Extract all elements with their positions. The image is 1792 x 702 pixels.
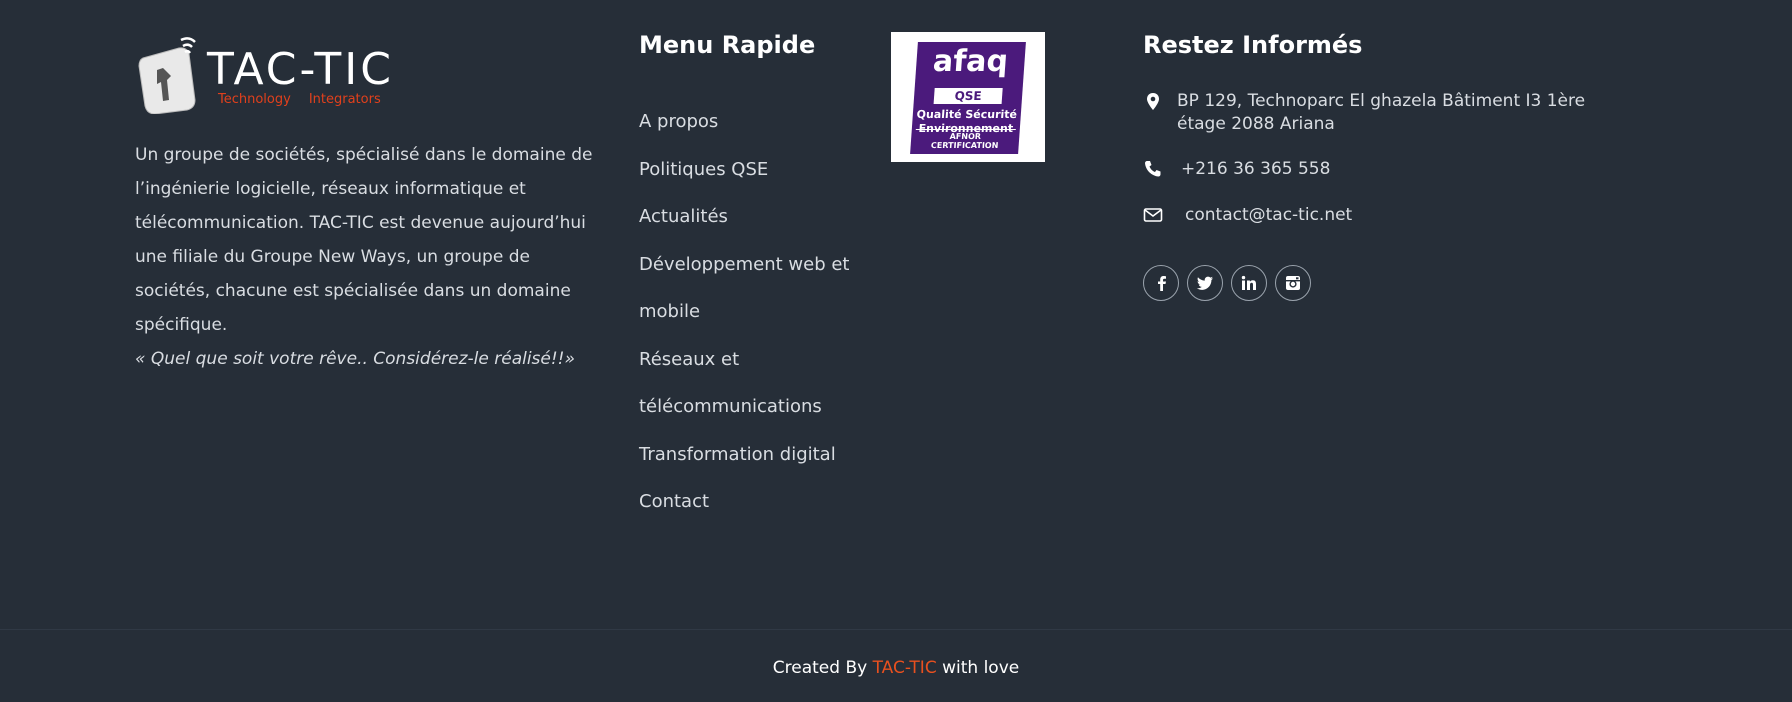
envelope-icon (1143, 208, 1163, 222)
credit-brand-link[interactable]: TAC-TIC (873, 658, 937, 678)
twitter-icon (1196, 276, 1213, 290)
brand-quote: « Quel que soit votre rêve.. Considérez-… (135, 349, 575, 369)
menu-item-transformation[interactable]: Transformation digital (639, 431, 859, 479)
phone-text[interactable]: +216 36 365 558 (1181, 159, 1330, 179)
afaq-certification-badge: afaq QSE Qualité Sécurité Environnement … (891, 32, 1045, 162)
afaq-title: afaq (931, 44, 1010, 79)
tac-tic-logo[interactable]: TAC-TIC Technology Integrators (135, 30, 395, 114)
menu-title: Menu Rapide (639, 31, 816, 59)
menu-item-politiques-qse[interactable]: Politiques QSE (639, 146, 859, 194)
footer-credit: Created By TAC-TIC with love (0, 658, 1792, 678)
credit-suffix: with love (942, 658, 1020, 678)
linkedin-icon (1241, 275, 1256, 290)
facebook-button[interactable] (1143, 265, 1179, 301)
twitter-button[interactable] (1187, 265, 1223, 301)
phone-icon (1145, 161, 1161, 177)
menu-item-a-propos[interactable]: A propos (639, 98, 859, 146)
menu-item-developpement[interactable]: Développement web et mobile (639, 241, 859, 336)
social-links (1143, 265, 1311, 301)
logo-hand-icon (138, 37, 196, 114)
menu-item-contact[interactable]: Contact (639, 478, 859, 526)
afaq-badge-panel: afaq QSE Qualité Sécurité Environnement … (910, 42, 1026, 154)
credit-prefix: Created By (772, 658, 868, 678)
address-text: BP 129, Technoparc El ghazela Bâtiment I… (1177, 91, 1586, 134)
logo-wordmark: TAC-TIC (207, 44, 394, 95)
afaq-cert: AFNOR CERTIFICATION (914, 129, 1016, 150)
menu-item-reseaux[interactable]: Réseaux et télécommunications (639, 336, 859, 431)
linkedin-button[interactable] (1231, 265, 1267, 301)
logo-tagline: Technology Integrators (218, 92, 399, 107)
menu-list: A propos Politiques QSE Actualités Dével… (639, 98, 859, 526)
map-marker-icon (1147, 93, 1159, 110)
phone-row: +216 36 365 558 (1143, 159, 1330, 179)
menu-item-actualites[interactable]: Actualités (639, 193, 859, 241)
contact-title: Restez Informés (1143, 31, 1363, 59)
address-row: BP 129, Technoparc El ghazela Bâtiment I… (1143, 90, 1627, 136)
logo-tagline-technology: Technology (218, 92, 291, 107)
afaq-line-1: Qualité Sécurité (916, 108, 1018, 121)
instagram-button[interactable] (1275, 265, 1311, 301)
instagram-icon (1286, 276, 1300, 290)
description-text: Un groupe de sociétés, spécialisé dans l… (135, 145, 593, 335)
facebook-icon (1158, 276, 1166, 291)
brand-description: Un groupe de sociétés, spécialisé dans l… (135, 138, 595, 376)
logo-tagline-integrators: Integrators (308, 92, 381, 107)
footer-divider (0, 629, 1792, 630)
afaq-qse: QSE (933, 88, 1003, 104)
email-text[interactable]: contact@tac-tic.net (1185, 205, 1352, 225)
email-row: contact@tac-tic.net (1143, 205, 1352, 225)
